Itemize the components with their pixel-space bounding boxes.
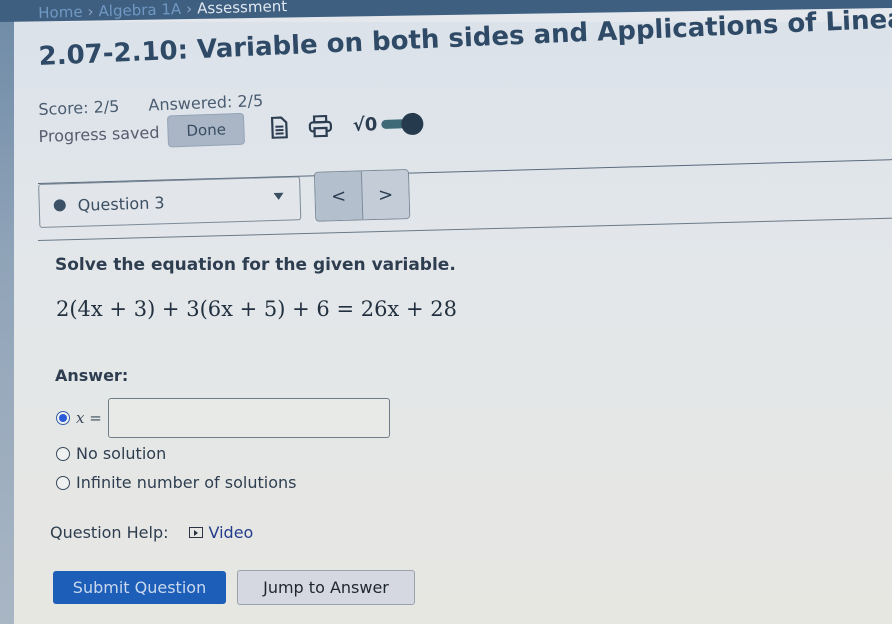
radio-value-option[interactable] xyxy=(56,411,70,425)
toggle-switch[interactable] xyxy=(381,112,424,136)
no-solution-label[interactable]: No solution xyxy=(76,444,166,463)
submit-question-button[interactable]: Submit Question xyxy=(53,571,226,604)
answer-option-no-solution: No solution xyxy=(56,444,166,463)
infinite-solutions-label[interactable]: Infinite number of solutions xyxy=(76,473,296,492)
question-help: Question Help: Video xyxy=(50,523,253,542)
radio-no-solution[interactable] xyxy=(56,446,70,461)
video-play-icon xyxy=(188,527,203,538)
question-select-label: Question 3 xyxy=(77,192,165,215)
next-question-button[interactable]: > xyxy=(360,170,410,220)
x-equals-label: x = xyxy=(76,409,102,427)
score-text: Score: 2/5 xyxy=(38,96,120,119)
breadcrumb-current: Assessment xyxy=(196,0,288,18)
question-select[interactable]: Question 3 xyxy=(38,176,302,228)
breadcrumb-home[interactable]: Home xyxy=(38,3,83,22)
print-icon[interactable] xyxy=(308,114,333,138)
jump-to-answer-button[interactable]: Jump to Answer xyxy=(237,570,415,605)
answer-input[interactable] xyxy=(107,398,390,438)
video-help-link[interactable]: Video xyxy=(188,523,254,542)
done-button[interactable]: Done xyxy=(166,112,246,148)
answer-option-infinite: Infinite number of solutions xyxy=(56,473,296,492)
answer-option-value: x = xyxy=(56,398,390,438)
answer-label: Answer: xyxy=(55,366,129,385)
progress-status: Progress saved xyxy=(38,122,160,146)
equation: 2(4x + 3) + 3(6x + 5) + 6 = 26x + 28 xyxy=(56,297,457,321)
video-label: Video xyxy=(208,523,254,542)
math-symbol-icon[interactable]: √0 xyxy=(352,114,377,136)
question-help-label: Question Help: xyxy=(50,523,169,542)
question-prompt: Solve the equation for the given variabl… xyxy=(55,255,456,275)
browser-edge xyxy=(0,0,14,624)
question-pager: < > xyxy=(313,168,411,222)
chevron-down-icon xyxy=(273,192,284,201)
breadcrumb-separator: › xyxy=(185,0,193,18)
toggle-knob xyxy=(400,112,424,136)
breadcrumb-separator: › xyxy=(87,2,94,21)
document-icon[interactable] xyxy=(270,116,289,139)
breadcrumb-course[interactable]: Algebra 1A xyxy=(98,0,181,20)
question-status-dot xyxy=(53,199,66,212)
previous-question-button[interactable]: < xyxy=(314,171,363,221)
radio-infinite-solutions[interactable] xyxy=(56,475,70,490)
